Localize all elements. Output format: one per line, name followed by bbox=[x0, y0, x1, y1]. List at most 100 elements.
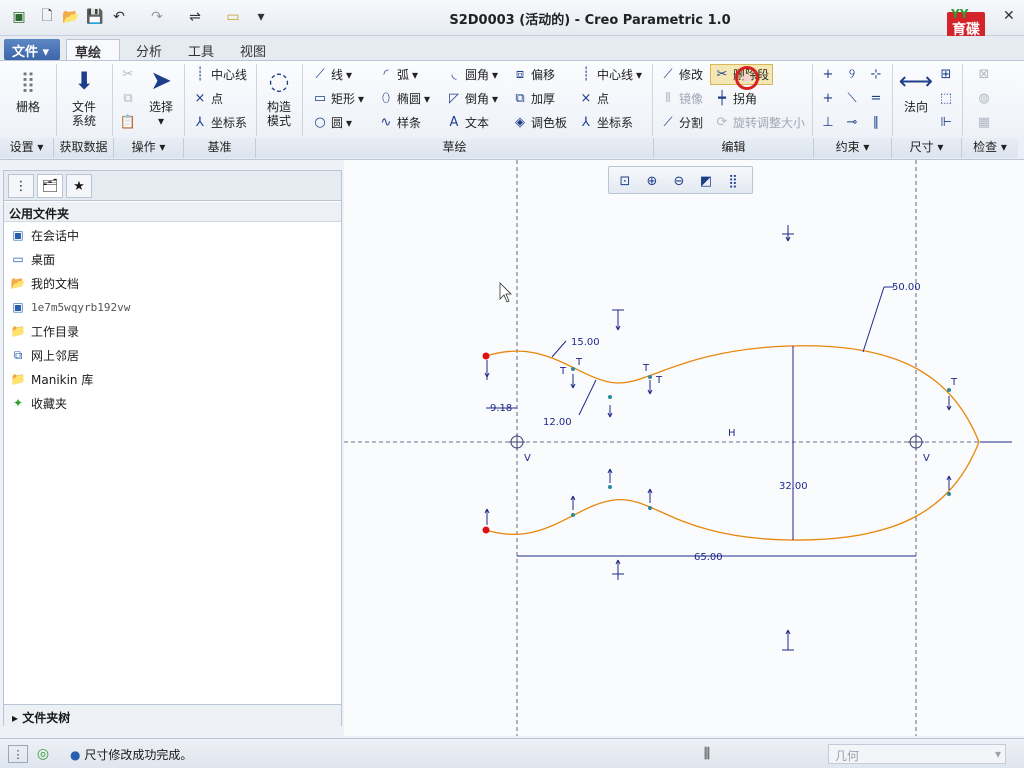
datum-coord-button[interactable]: ⅄ 坐标系 bbox=[192, 114, 247, 131]
mirror-button[interactable]: ⫴ 镜像 bbox=[660, 90, 703, 107]
coincident-constraint-icon[interactable]: ⟍ bbox=[844, 90, 860, 106]
navigator-tabs: ⋮ 🗂 ★ bbox=[4, 171, 341, 201]
corner-button[interactable]: ┿ 拐角 bbox=[714, 90, 757, 107]
file-system-button[interactable]: ⬇ 文件 系统 bbox=[62, 66, 106, 128]
title-bar: ▣ 🗋 📂 💾 ↶ ↷ ⇌ ▭ ▾ S2D0003 (活动的) - Creo P… bbox=[0, 0, 1024, 56]
dim-50[interactable]: 50.00 bbox=[892, 282, 921, 293]
offset-button[interactable]: ⧈ 偏移 bbox=[512, 66, 555, 83]
constraint-h: H bbox=[728, 428, 736, 439]
text-icon: A bbox=[449, 115, 459, 130]
normal-dimension-icon: ⟷ bbox=[898, 67, 934, 95]
dim-9-18[interactable]: 9.18 bbox=[490, 403, 512, 414]
copy-icon[interactable]: ⧉ bbox=[120, 90, 136, 106]
sketch-coord-button[interactable]: ⅄ 坐标系 bbox=[578, 114, 633, 131]
sketch-centerline-button[interactable]: ┊ 中心线 ▾ bbox=[578, 66, 642, 83]
customize-icon[interactable]: ▾ bbox=[252, 8, 270, 26]
chamfer-button[interactable]: ◸ 倒角 ▾ bbox=[446, 90, 498, 107]
group-dimension[interactable]: 尺寸 ▾ bbox=[892, 138, 962, 158]
endpoint-upper[interactable] bbox=[482, 352, 490, 360]
tab-file[interactable]: 文件 ▾ bbox=[4, 39, 60, 60]
perimeter-dim-icon[interactable]: ⊞ bbox=[938, 66, 954, 82]
symmetric-constraint-icon[interactable]: ⊸ bbox=[844, 114, 860, 130]
folder-item-session[interactable]: ▣ 在会话中 bbox=[10, 225, 79, 245]
dim-12[interactable]: 12.00 bbox=[543, 417, 572, 428]
selection-filter-icon[interactable]: ⫼ bbox=[696, 745, 718, 763]
sketch-canvas[interactable]: ⊡ ⊕ ⊖ ◩ ⣿ 15.00 12.00 50.00 32.00 65.00 … bbox=[344, 160, 1024, 736]
open-icon[interactable]: 📂 bbox=[62, 8, 80, 26]
line-button[interactable]: ⟋ 线 ▾ bbox=[312, 66, 352, 83]
tab-view[interactable]: 视图 bbox=[232, 39, 274, 60]
rotate-resize-button[interactable]: ⟳ 旋转调整大小 bbox=[714, 114, 805, 131]
windows-icon[interactable]: ▭ bbox=[224, 8, 242, 26]
fillet-button[interactable]: ◟ 圆角 ▾ bbox=[446, 66, 498, 83]
highlight-open-ends-icon[interactable]: ◍ bbox=[976, 90, 992, 106]
thicken-button[interactable]: ⧉ 加厚 bbox=[512, 90, 555, 107]
divide-button[interactable]: ⟋ 分割 bbox=[660, 114, 703, 131]
dim-32[interactable]: 32.00 bbox=[779, 481, 808, 492]
construct-mode-button[interactable]: ◌ 构造 模式 bbox=[260, 66, 298, 128]
navigator-toggle-icon[interactable]: ⋮ bbox=[8, 745, 28, 763]
circle-button[interactable]: ○ 圆 ▾ bbox=[312, 114, 352, 131]
folder-browser-tab-icon[interactable]: 🗂 bbox=[37, 174, 63, 198]
model-tree-tab-icon[interactable]: ⋮ bbox=[8, 174, 34, 198]
selection-filter-dropdown[interactable]: 几何 ▾ bbox=[828, 744, 1006, 764]
overlap-geometry-icon[interactable]: ⊠ bbox=[976, 66, 992, 82]
group-setup[interactable]: 设置 ▾ bbox=[0, 138, 54, 158]
arc-button[interactable]: ◜ 弧 ▾ bbox=[378, 66, 418, 83]
app-icon[interactable]: ▣ bbox=[10, 8, 28, 26]
midpoint-constraint-icon[interactable]: ⊹ bbox=[868, 66, 884, 82]
endpoint-lower[interactable] bbox=[482, 526, 490, 534]
cut-icon[interactable]: ✂ bbox=[120, 66, 136, 82]
grid-button[interactable]: ⣿ 栅格 bbox=[8, 66, 48, 114]
palette-button[interactable]: ◈ 调色板 bbox=[512, 114, 567, 131]
datum-point-button[interactable]: × 点 bbox=[192, 90, 223, 107]
folder-item-favorites[interactable]: ✦ 收藏夹 bbox=[10, 393, 67, 413]
horizontal-constraint-icon[interactable]: + bbox=[820, 90, 836, 106]
folder-item-documents[interactable]: 📂 我的文档 bbox=[10, 273, 80, 293]
dim-15[interactable]: 15.00 bbox=[571, 337, 600, 348]
new-icon[interactable]: 🗋 bbox=[38, 8, 56, 26]
tangent-constraint-icon[interactable]: ୨ bbox=[844, 66, 860, 82]
tab-tools[interactable]: 工具 bbox=[180, 39, 222, 60]
folder-item-network[interactable]: ⧉ 网上邻居 bbox=[10, 345, 79, 365]
undo-icon[interactable]: ↶ bbox=[110, 8, 128, 26]
reference-dim-icon[interactable]: ⬚ bbox=[938, 90, 954, 106]
tab-analysis[interactable]: 分析 bbox=[128, 39, 170, 60]
normal-dimension-button[interactable]: ⟷ 法向 bbox=[896, 66, 936, 114]
save-icon[interactable]: 💾 bbox=[86, 8, 104, 26]
tab-sketch[interactable]: 草绘 bbox=[66, 39, 120, 61]
status-bar: ⋮ ◎ ● 尺寸修改成功完成。 ⫼ 几何 ▾ bbox=[0, 738, 1024, 768]
modify-button[interactable]: ⟋ 修改 bbox=[660, 66, 703, 83]
session-icon: ▣ bbox=[12, 228, 24, 242]
profile-curve-lower[interactable] bbox=[485, 441, 980, 541]
browser-toggle-icon[interactable]: ◎ bbox=[34, 745, 52, 763]
redo-icon[interactable]: ↷ bbox=[148, 8, 166, 26]
folder-item-manikin[interactable]: 📁 Manikin 库 bbox=[10, 369, 94, 389]
close-icon[interactable]: ✕ bbox=[1003, 8, 1015, 24]
group-inspect[interactable]: 检查 ▾ bbox=[962, 138, 1018, 158]
ellipse-button[interactable]: ⬯ 椭圆 ▾ bbox=[378, 90, 430, 107]
baseline-dim-icon[interactable]: ⊩ bbox=[938, 114, 954, 130]
select-button[interactable]: ➤ 选择 ▾ bbox=[142, 66, 180, 128]
group-operations[interactable]: 操作 ▾ bbox=[114, 138, 184, 158]
folder-item-working-dir[interactable]: 📁 工作目录 bbox=[10, 321, 80, 341]
group-sketch: 草绘 bbox=[256, 138, 654, 158]
text-button[interactable]: A 文本 bbox=[446, 114, 489, 131]
sketch-point-button[interactable]: × 点 bbox=[578, 90, 609, 107]
folder-tree-toggle[interactable]: ▸ 文件夹树 bbox=[4, 704, 341, 726]
spline-button[interactable]: ∿ 样条 bbox=[378, 114, 421, 131]
folder-item-desktop[interactable]: ▭ 桌面 bbox=[10, 249, 55, 269]
shade-closed-loops-icon[interactable]: ▦ bbox=[976, 114, 992, 130]
regenerate-icon[interactable]: ⇌ bbox=[186, 8, 204, 26]
perpendicular-constraint-icon[interactable]: ⊥ bbox=[820, 114, 836, 130]
datum-centerline-button[interactable]: ┊ 中心线 bbox=[192, 66, 247, 83]
vertical-constraint-icon[interactable]: + bbox=[820, 66, 836, 82]
parallel-constraint-icon[interactable]: ∥ bbox=[868, 114, 884, 130]
dim-65[interactable]: 65.00 bbox=[694, 552, 723, 563]
favorites-tab-icon[interactable]: ★ bbox=[66, 174, 92, 198]
rectangle-button[interactable]: ▭ 矩形 ▾ bbox=[312, 90, 364, 107]
equal-constraint-icon[interactable]: = bbox=[868, 90, 884, 106]
paste-icon[interactable]: 📋 bbox=[120, 114, 136, 130]
group-constrain[interactable]: 约束 ▾ bbox=[814, 138, 892, 158]
folder-item-computer[interactable]: ▣ 1e7m5wqyrb192vw bbox=[10, 297, 130, 317]
